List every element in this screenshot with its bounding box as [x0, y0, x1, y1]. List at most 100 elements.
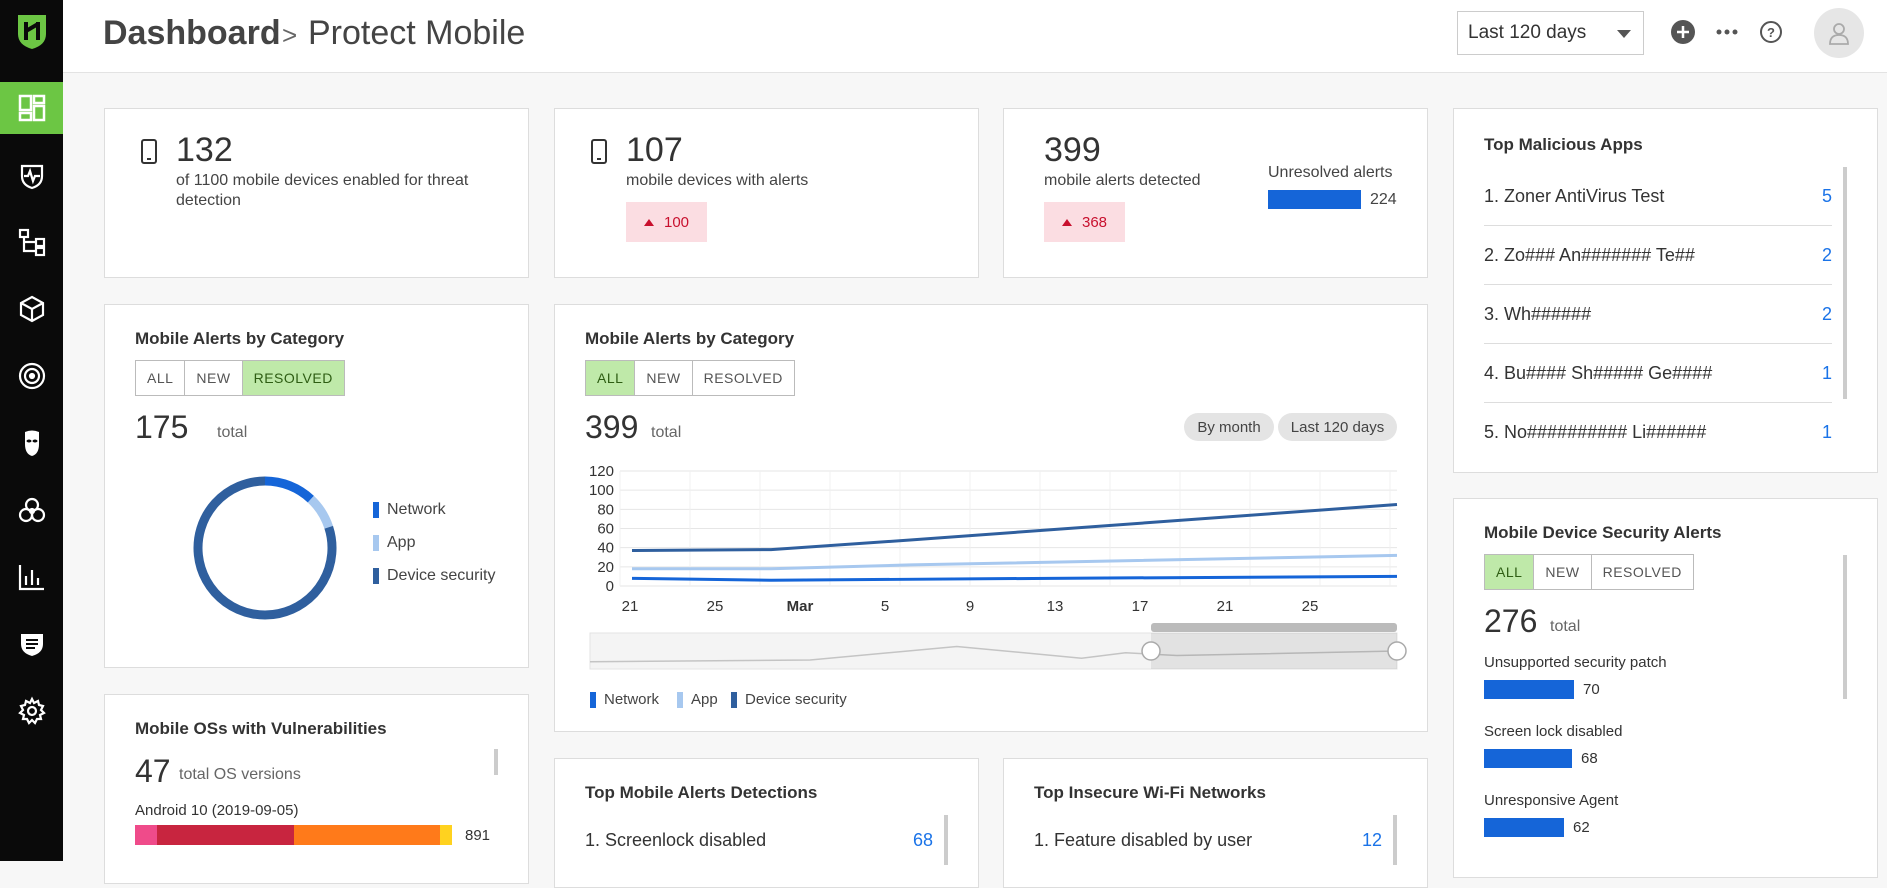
y-tick-label: 100: [589, 482, 614, 499]
insecure-wifi-card: Top Insecure Wi-Fi Networks 1. Feature d…: [1003, 758, 1428, 888]
bar-chart-icon[interactable]: [0, 551, 63, 603]
breadcrumb-dashboard[interactable]: Dashboard: [103, 14, 281, 53]
filter-all[interactable]: ALL: [136, 361, 186, 395]
malicious-app-row[interactable]: 5. No########## Li###### 1: [1484, 403, 1832, 462]
detection-row[interactable]: 1. Screenlock disabled 68: [585, 811, 933, 870]
filter-all[interactable]: ALL: [586, 361, 636, 395]
security-alert-bar[interactable]: [1484, 680, 1574, 699]
help-icon[interactable]: ?: [1757, 18, 1785, 46]
top-detections-title: Top Mobile Alerts Detections: [585, 783, 818, 802]
malicious-apps-scrollbar[interactable]: [1843, 167, 1847, 399]
detection-name: 1. Screenlock disabled: [585, 830, 767, 850]
malicious-app-row[interactable]: 1. Zoner AntiVirus Test 5: [1484, 167, 1832, 226]
logo-icon[interactable]: [0, 0, 63, 62]
gear-icon[interactable]: [0, 685, 63, 737]
legend-app[interactable]: App: [677, 691, 718, 708]
mask-icon[interactable]: [0, 417, 63, 469]
filter-all[interactable]: ALL: [1485, 555, 1535, 589]
dashboard-icon[interactable]: [0, 82, 63, 134]
malicious-app-count[interactable]: 2: [1822, 304, 1832, 325]
legend-network[interactable]: Network: [373, 501, 446, 519]
security-alert-label: Unsupported security patch: [1484, 654, 1667, 671]
cube-icon[interactable]: [0, 283, 63, 335]
by-month-pill[interactable]: By month: [1184, 413, 1274, 441]
series-line-device-security[interactable]: [631, 503, 1398, 553]
arrow-up-icon: [643, 218, 654, 226]
donut-slice-network[interactable]: [264, 476, 314, 503]
legend-device-security[interactable]: Device security: [731, 691, 847, 708]
line-card-title: Mobile Alerts by Category: [585, 329, 795, 348]
legend-app[interactable]: App: [373, 534, 415, 552]
malicious-app-count[interactable]: 5: [1822, 186, 1832, 207]
navigator-scrollbar[interactable]: [1151, 623, 1397, 632]
biohazard-icon[interactable]: [0, 484, 63, 536]
legend-label: App: [387, 534, 416, 551]
filter-resolved[interactable]: RESOLVED: [242, 361, 344, 395]
last-120-days-pill[interactable]: Last 120 days: [1278, 413, 1397, 441]
target-icon[interactable]: [0, 350, 63, 402]
y-tick-label: 120: [589, 463, 614, 480]
severity-segment: [294, 825, 440, 845]
legend-device-security[interactable]: Device security: [373, 567, 495, 585]
alerts-by-category-line-card: Mobile Alerts by Category ALL NEW RESOLV…: [554, 304, 1428, 732]
navigator-handle[interactable]: [1141, 641, 1161, 661]
devices-with-alerts-delta-badge: 100: [626, 202, 707, 242]
malicious-app-count[interactable]: 2: [1822, 245, 1832, 266]
alerts-by-category-donut-card: Mobile Alerts by Category ALL NEW RESOLV…: [104, 304, 529, 668]
malicious-app-row[interactable]: 3. Wh###### 2: [1484, 285, 1832, 344]
legend-network[interactable]: Network: [590, 691, 659, 708]
date-range-value: Last 120 days: [1468, 22, 1587, 43]
more-icon[interactable]: [1713, 18, 1741, 46]
malicious-app-name: 4. Bu#### Sh##### Ge####: [1484, 362, 1713, 383]
category-donut-chart: [193, 476, 337, 620]
add-icon[interactable]: [1669, 18, 1697, 46]
detections-scrollbar[interactable]: [944, 815, 948, 865]
line-filter-group: ALL NEW RESOLVED: [585, 360, 795, 396]
security-alerts-scrollbar[interactable]: [1843, 555, 1847, 699]
wifi-scrollbar[interactable]: [1393, 815, 1397, 865]
security-alert-label: Unresponsive Agent: [1484, 792, 1619, 809]
os-vuln-scrollbar[interactable]: [494, 749, 498, 775]
wifi-count[interactable]: 12: [1362, 830, 1382, 851]
svg-text:?: ?: [1767, 25, 1775, 40]
line-total: 399: [585, 409, 639, 445]
malicious-app-row[interactable]: 4. Bu#### Sh##### Ge#### 1: [1484, 344, 1832, 403]
detection-count[interactable]: 68: [913, 830, 933, 851]
heartbeat-shield-icon[interactable]: [0, 150, 63, 202]
shield-list-icon[interactable]: [0, 618, 63, 670]
series-line-network[interactable]: [631, 574, 1398, 582]
wifi-row[interactable]: 1. Feature disabled by user 12: [1034, 811, 1382, 870]
stat-card-alerts-detected: 399 mobile alerts detected 368 Unresolve…: [1003, 108, 1428, 278]
top-malicious-apps-card: Top Malicious Apps 1. Zoner AntiVirus Te…: [1453, 108, 1878, 473]
legend-label: App: [691, 691, 718, 708]
category-line-chart: 120 100 80 60 40 20 0 21 25 Mar 5 9 13 17 21 25: [589, 463, 1407, 670]
os-vuln-stacked-bar[interactable]: [135, 825, 452, 845]
navigator-handle[interactable]: [1387, 641, 1407, 661]
hierarchy-icon[interactable]: [0, 216, 63, 268]
date-range-select[interactable]: Last 120 days: [1457, 11, 1644, 55]
filter-resolved[interactable]: RESOLVED: [693, 361, 794, 395]
avatar[interactable]: [1814, 8, 1864, 58]
filter-new[interactable]: NEW: [635, 361, 693, 395]
y-tick-label: 20: [597, 559, 614, 576]
donut-total: 175: [135, 409, 189, 445]
malicious-app-row[interactable]: 2. Zo### An####### Te## 2: [1484, 226, 1832, 285]
donut-slice-app[interactable]: [307, 495, 334, 529]
line-total-label: total: [651, 424, 682, 441]
chevron-down-icon: [1617, 30, 1631, 38]
security-alert-bar[interactable]: [1484, 818, 1564, 837]
navigator-selection[interactable]: [1151, 633, 1397, 669]
security-alert-bar[interactable]: [1484, 749, 1572, 768]
malicious-app-name: 3. Wh######: [1484, 303, 1592, 324]
y-tick-label: 60: [597, 521, 614, 538]
enabled-devices-label: of 1100 mobile devices enabled for threa…: [176, 172, 469, 209]
filter-resolved[interactable]: RESOLVED: [1592, 555, 1693, 589]
malicious-app-count[interactable]: 1: [1822, 422, 1832, 443]
alerts-detected-label: mobile alerts detected: [1044, 172, 1201, 189]
devices-with-alerts-delta: 100: [663, 213, 690, 231]
y-tick-label: 0: [606, 578, 614, 595]
filter-new[interactable]: NEW: [1534, 555, 1592, 589]
malicious-app-count[interactable]: 1: [1822, 363, 1832, 384]
sidebar: [0, 0, 63, 861]
filter-new[interactable]: NEW: [185, 361, 243, 395]
